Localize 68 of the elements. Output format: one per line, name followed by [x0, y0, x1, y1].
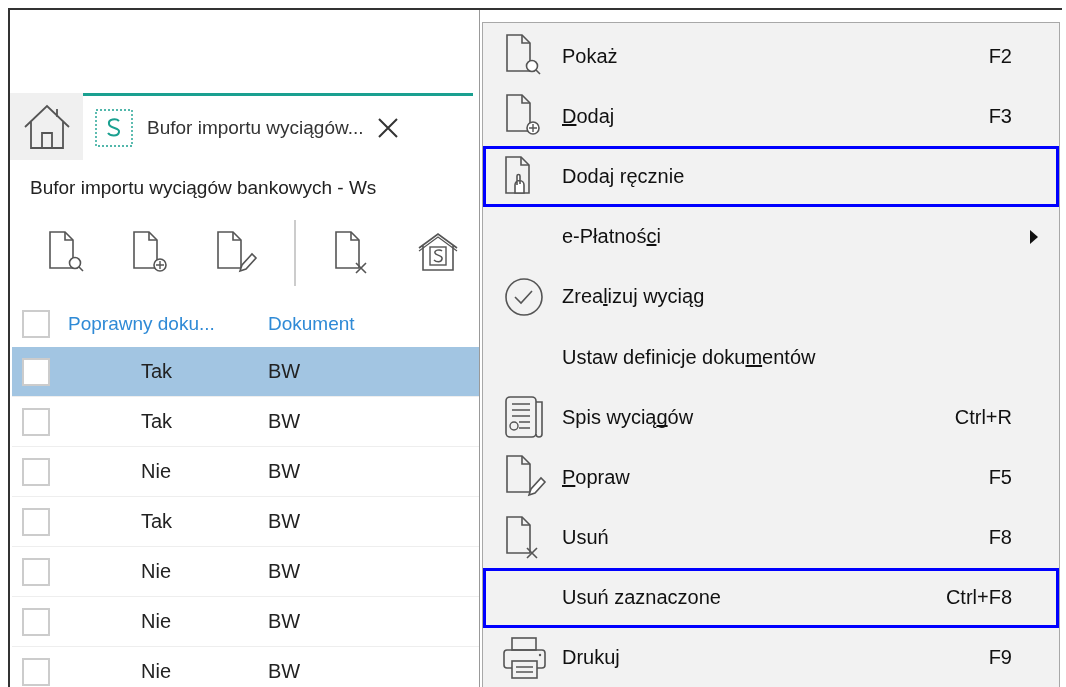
close-icon[interactable]: [377, 116, 400, 139]
checkbox[interactable]: [22, 357, 50, 386]
menu-item[interactable]: Usuń F8: [483, 507, 1059, 568]
checkbox[interactable]: [22, 457, 50, 486]
menu-item[interactable]: Drukuj F9: [483, 627, 1059, 687]
table-cell-text: Tak: [140, 510, 174, 533]
checkbox[interactable]: [22, 407, 50, 436]
table-cell-text: Nie: [140, 560, 172, 583]
menu-item[interactable]: Pokaż F2: [483, 26, 1059, 87]
menu-item-label: Usuń: [562, 526, 610, 550]
menu-item[interactable]: Zrealizuj wyciąg: [483, 266, 1059, 327]
checkbox[interactable]: [22, 657, 50, 686]
menu-item[interactable]: Dodaj ręcznie: [483, 146, 1059, 207]
table-cell-text: BW: [268, 610, 302, 633]
table-cell-text: BW: [268, 410, 302, 433]
submenu-arrow-icon: [1030, 229, 1038, 244]
table-cell-text: Tak: [140, 410, 174, 433]
table-cell-text: BW: [268, 560, 302, 583]
checkbox[interactable]: [22, 557, 50, 586]
shortcut-label: F5: [988, 465, 1012, 489]
shortcut-label: F3: [988, 104, 1012, 128]
tab-title: Bufor importu wyciągów...: [147, 116, 364, 139]
table-row[interactable]: Nie BW: [12, 547, 479, 597]
shortcut-label: Ctrl+F8: [945, 586, 1012, 610]
shortcut-label: F8: [988, 526, 1012, 550]
table-cell-text: BW: [268, 360, 302, 383]
table-row[interactable]: Nie BW: [12, 597, 479, 647]
table-cell-text: BW: [268, 460, 302, 483]
menu-item-label: e-Płatności: [562, 225, 662, 249]
table-cell-text: Nie: [140, 610, 172, 633]
table-cell-text: Tak: [140, 360, 174, 383]
document-hand-icon: [504, 156, 532, 197]
table-row[interactable]: Tak BW: [12, 397, 479, 447]
checkbox[interactable]: [22, 507, 50, 536]
table-cell-text: BW: [268, 660, 302, 683]
table-cell-text: Nie: [140, 460, 172, 483]
page-title: Bufor importu wyciągów bankowych - Ws: [29, 176, 378, 201]
table-row[interactable]: Tak BW: [12, 347, 479, 397]
menu-item[interactable]: Spis wyciągów Ctrl+R: [483, 387, 1059, 448]
menu-item[interactable]: e-Płatności: [483, 206, 1059, 267]
checkbox[interactable]: [22, 607, 50, 636]
checkbox[interactable]: [22, 310, 50, 338]
shortcut-label: Ctrl+R: [954, 405, 1012, 429]
column-header[interactable]: Dokument: [268, 313, 479, 335]
menu-item[interactable]: Usuń zaznaczone Ctrl+F8: [483, 567, 1059, 628]
menu-item[interactable]: Dodaj F3: [483, 86, 1059, 147]
table-cell-text: BW: [268, 510, 302, 533]
shortcut-label: F2: [988, 44, 1012, 68]
menu-item-label: Spis wyciągów: [562, 405, 695, 429]
menu-item-label: Drukuj: [562, 646, 621, 670]
table-row[interactable]: Nie BW: [12, 647, 479, 687]
menu-item-label: Dodaj ręcznie: [562, 164, 686, 188]
table-row[interactable]: Tak BW: [12, 497, 479, 547]
home-tab[interactable]: [10, 93, 83, 160]
menu-item-label: Ustaw definicje dokumentów: [562, 345, 817, 369]
menu-item-label: Zrealizuj wyciąg: [562, 285, 706, 309]
menu-item[interactable]: Ustaw definicje dokumentów: [483, 326, 1059, 388]
menu-item-label: Dodaj: [562, 104, 616, 128]
menu-item-label: Pokaż: [562, 44, 619, 68]
table-cell-text: Nie: [140, 660, 172, 683]
menu-item-label: Usuń zaznaczone: [562, 586, 722, 610]
shortcut-label: F9: [988, 646, 1012, 670]
dollar-icon: [95, 108, 133, 147]
table-row[interactable]: Nie BW: [12, 447, 479, 497]
menu-item[interactable]: Popraw F5: [483, 447, 1059, 508]
menu-item-label: Popraw: [562, 465, 631, 489]
column-header[interactable]: Poprawny doku...: [68, 313, 268, 335]
printer-icon: [501, 634, 549, 681]
